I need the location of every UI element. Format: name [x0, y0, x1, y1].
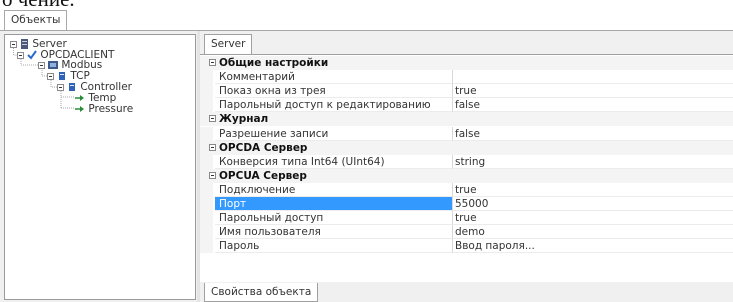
tab-object-properties[interactable]: Свойства объекта — [204, 283, 319, 302]
collapse-category-icon[interactable] — [209, 59, 216, 66]
collapse-category-icon[interactable] — [209, 143, 216, 151]
row-gutter — [200, 70, 213, 85]
property-row[interactable]: Подключение true — [200, 182, 733, 197]
row-gutter — [200, 182, 213, 197]
property-row[interactable]: Конверсия типа Int64 (UInt64) string — [200, 154, 733, 169]
row-gutter — [200, 197, 213, 212]
property-row[interactable]: Разрешение записи false — [200, 126, 733, 141]
property-row[interactable]: Показ окна из трея true — [200, 84, 733, 99]
property-name: Комментарий — [215, 70, 453, 85]
tab-objects[interactable]: Объекты — [4, 10, 68, 30]
property-value[interactable]: false — [453, 98, 733, 113]
category-row[interactable]: Общие настройки — [200, 56, 733, 71]
property-value[interactable]: true — [453, 211, 733, 226]
property-row[interactable]: Комментарий — [200, 70, 733, 85]
category-label: Общие настройки — [219, 57, 329, 69]
row-gutter — [200, 98, 213, 113]
property-value[interactable]: demo — [453, 225, 733, 240]
object-tree[interactable]: Server OPCDACLIENT Modbus TCP Controller — [4, 34, 196, 300]
category-row[interactable]: OPCUA Сервер — [200, 168, 733, 183]
property-name: Имя пользователя — [215, 225, 453, 240]
property-value[interactable]: Ввод пароля... — [453, 239, 733, 254]
property-name: Парольный доступ — [215, 211, 453, 226]
category-row[interactable]: Журнал — [200, 112, 733, 127]
property-name: Порт — [215, 197, 453, 212]
category-label: OPCUA Сервер — [219, 169, 307, 182]
property-row[interactable]: Порт 55000 — [200, 197, 733, 212]
main-panel: Server OPCDACLIENT Modbus TCP Controller — [0, 31, 733, 302]
row-gutter — [200, 225, 213, 240]
property-name: Парольный доступ к редактированию — [215, 98, 453, 113]
property-name: Пароль — [215, 239, 453, 254]
property-grid[interactable]: Общие настройки Комментарий Показ окна из … — [200, 54, 733, 283]
property-row[interactable]: Парольный доступ к редактированию false — [200, 98, 733, 113]
tab-server[interactable]: Server — [204, 34, 253, 54]
category-label: Журнал — [219, 113, 269, 126]
property-row[interactable]: Имя пользователя demo — [200, 225, 733, 240]
row-gutter — [200, 126, 213, 141]
property-value[interactable]: true — [453, 84, 733, 99]
property-value[interactable]: false — [453, 127, 733, 141]
property-name: Подключение — [215, 182, 453, 197]
property-value[interactable] — [453, 70, 733, 85]
row-gutter — [200, 84, 213, 99]
row-gutter — [200, 211, 213, 226]
category-label: OPCDA Сервер — [219, 141, 308, 154]
property-value[interactable]: true — [453, 183, 733, 197]
category-row[interactable]: OPCDA Сервер — [200, 140, 733, 155]
property-name: Разрешение записи — [215, 126, 453, 141]
property-value[interactable]: string — [453, 155, 733, 169]
properties-panel: Server Общие настройки Комментарий Показ о… — [200, 34, 733, 302]
property-name: Конверсия типа Int64 (UInt64) — [215, 154, 453, 169]
collapse-category-icon[interactable] — [209, 115, 216, 123]
collapse-category-icon[interactable] — [209, 171, 216, 179]
property-row[interactable]: Парольный доступ true — [200, 211, 733, 226]
row-gutter — [200, 239, 213, 254]
row-gutter — [200, 154, 213, 169]
property-name: Показ окна из трея — [215, 84, 453, 99]
property-value[interactable]: 55000 — [453, 197, 733, 212]
property-row[interactable]: Пароль Ввод пароля... — [200, 239, 733, 254]
bottom-tabstrip: Свойства объекта — [200, 282, 733, 302]
tree-connector-lines — [13, 48, 75, 109]
